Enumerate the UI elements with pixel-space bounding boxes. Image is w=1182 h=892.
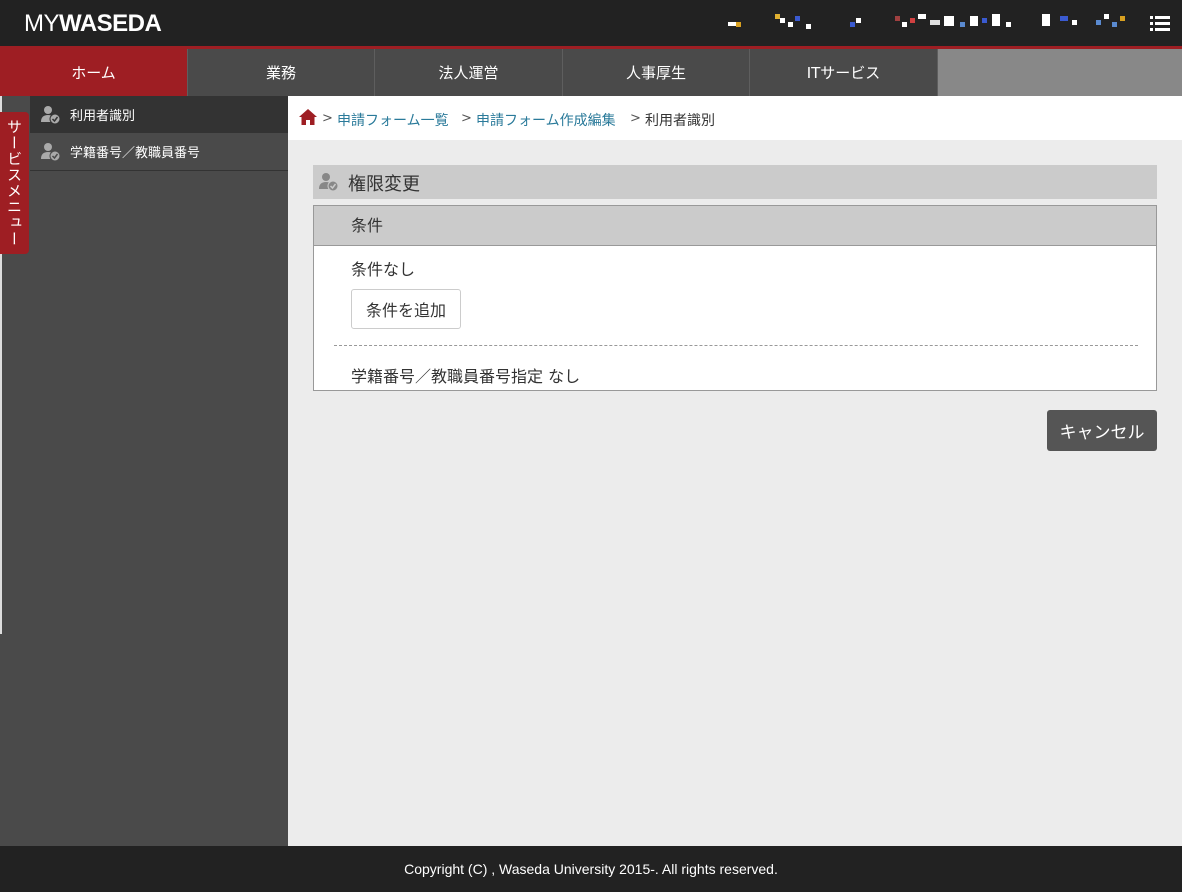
user-check-icon: [41, 143, 61, 162]
user-check-icon: [41, 106, 61, 125]
mywaseda-logo[interactable]: MYWASEDA: [24, 10, 162, 38]
breadcrumb-link-form-list[interactable]: 申請フォーム一覧: [337, 110, 449, 130]
breadcrumb-separator: >: [322, 111, 333, 126]
tab-hr[interactable]: 人事厚生: [563, 49, 750, 96]
add-condition-button[interactable]: 条件を追加: [351, 289, 461, 329]
hamburger-menu-icon[interactable]: [1150, 16, 1170, 32]
tab-home[interactable]: ホーム: [0, 49, 188, 96]
no-conditions-text: 条件なし: [351, 260, 416, 279]
service-menu-tab[interactable]: サービスメニュー: [0, 112, 29, 254]
sidebar-item-user-identification[interactable]: 利用者識別: [30, 96, 288, 133]
main-nav: ホーム 業務 法人運営 人事厚生 ITサービス: [0, 49, 1182, 96]
breadcrumb-separator: >: [630, 111, 641, 126]
breadcrumb: > 申請フォーム一覧 > 申請フォーム作成編集 > 利用者識別: [288, 96, 1182, 140]
section-header: 権限変更: [313, 165, 1157, 199]
sidebar: [0, 96, 288, 846]
divider: [334, 345, 1138, 346]
user-check-icon: [319, 173, 339, 192]
home-icon[interactable]: [298, 108, 318, 126]
conditions-panel: 条件 条件なし 条件を追加 学籍番号／教職員番号指定 なし: [313, 205, 1157, 391]
conditions-header: 条件: [314, 206, 1156, 246]
user-info-obscured: [720, 14, 1140, 30]
footer: Copyright (C) , Waseda University 2015-.…: [0, 846, 1182, 892]
tab-corporate[interactable]: 法人運営: [375, 49, 563, 96]
top-header: MYWASEDA: [0, 0, 1182, 46]
tab-it-services[interactable]: ITサービス: [750, 49, 938, 96]
sidebar-item-student-staff-number[interactable]: 学籍番号／教職員番号: [30, 133, 288, 171]
section-title: 権限変更: [348, 174, 420, 195]
copyright-text: Copyright (C) , Waseda University 2015-.…: [404, 861, 778, 877]
sidebar-item-label: 利用者識別: [70, 109, 136, 124]
cancel-button[interactable]: キャンセル: [1047, 410, 1157, 451]
tab-business[interactable]: 業務: [188, 49, 375, 96]
breadcrumb-current: 利用者識別: [645, 113, 715, 129]
breadcrumb-link-form-edit[interactable]: 申請フォーム作成編集: [476, 110, 616, 130]
id-specification-text: 学籍番号／教職員番号指定 なし: [351, 367, 581, 386]
breadcrumb-separator: >: [461, 111, 472, 126]
sidebar-item-label: 学籍番号／教職員番号: [70, 146, 201, 161]
